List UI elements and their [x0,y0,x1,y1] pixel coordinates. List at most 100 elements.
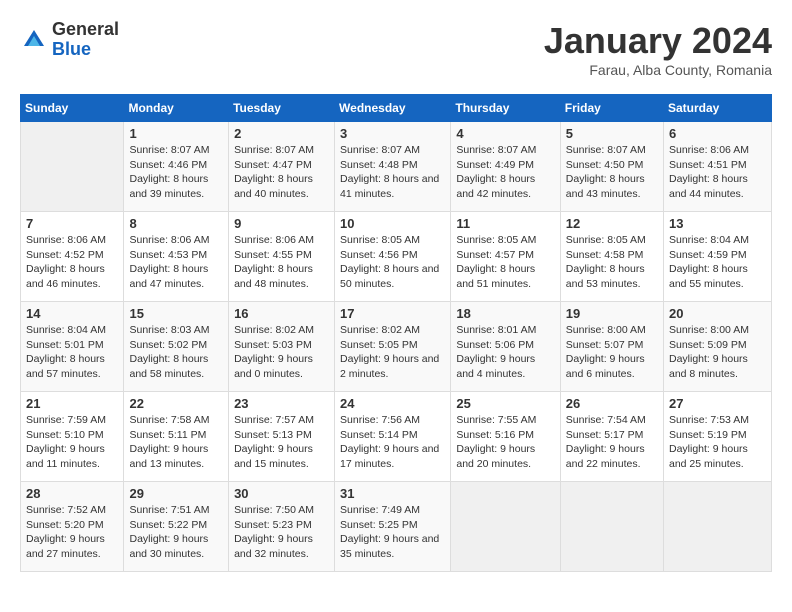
day-number: 9 [234,216,329,231]
calendar-cell: 11Sunrise: 8:05 AMSunset: 4:57 PMDayligh… [451,212,560,302]
calendar-cell: 26 Sunrise: 7:54 AMSunset: 5:17 PMDayligh… [560,392,663,482]
calendar-cell: 27 Sunrise: 7:53 AMSunset: 5:19 PMDayligh… [664,392,772,482]
calendar-cell: 20 Sunrise: 8:00 AMSunset: 5:09 PMDayligh… [664,302,772,392]
cell-info: Sunrise: 7:56 AMSunset: 5:14 PMDaylight:… [340,413,445,472]
cell-info: Sunrise: 7:49 AMSunset: 5:25 PMDaylight:… [340,503,445,562]
cell-info: Sunrise: 8:06 AMSunset: 4:51 PMDaylight:… [669,143,766,202]
calendar-cell: 18 Sunrise: 8:01 AMSunset: 5:06 PMDayligh… [451,302,560,392]
month-title: January 2024 [544,20,772,62]
cell-info: Sunrise: 8:05 AMSunset: 4:58 PMDaylight:… [566,233,658,292]
day-number: 17 [340,306,445,321]
logo-icon [20,26,48,54]
calendar-cell: 22 Sunrise: 7:58 AMSunset: 5:11 PMDayligh… [124,392,229,482]
calendar-week-row: 7Sunrise: 8:06 AMSunset: 4:52 PMDaylight… [21,212,772,302]
day-number: 1 [129,126,223,141]
calendar-cell: 5 Sunrise: 8:07 AMSunset: 4:50 PMDaylight… [560,122,663,212]
calendar-cell: 4 Sunrise: 8:07 AMSunset: 4:49 PMDaylight… [451,122,560,212]
header-thursday: Thursday [451,95,560,122]
calendar-cell: 24 Sunrise: 7:56 AMSunset: 5:14 PMDayligh… [335,392,451,482]
logo-blue-text: Blue [52,40,119,60]
cell-info: Sunrise: 8:07 AMSunset: 4:49 PMDaylight:… [456,143,554,202]
day-number: 16 [234,306,329,321]
cell-info: Sunrise: 7:57 AMSunset: 5:13 PMDaylight:… [234,413,329,472]
cell-info: Sunrise: 7:55 AMSunset: 5:16 PMDaylight:… [456,413,554,472]
day-number: 7 [26,216,118,231]
location-subtitle: Farau, Alba County, Romania [544,62,772,78]
cell-info: Sunrise: 8:04 AMSunset: 4:59 PMDaylight:… [669,233,766,292]
cell-info: Sunrise: 8:05 AMSunset: 4:57 PMDaylight:… [456,233,554,292]
header-monday: Monday [124,95,229,122]
cell-info: Sunrise: 8:06 AMSunset: 4:55 PMDaylight:… [234,233,329,292]
cell-info: Sunrise: 8:07 AMSunset: 4:47 PMDaylight:… [234,143,329,202]
day-number: 18 [456,306,554,321]
calendar-cell: 14Sunrise: 8:04 AMSunset: 5:01 PMDayligh… [21,302,124,392]
calendar-cell [560,482,663,572]
day-number: 22 [129,396,223,411]
calendar-cell [664,482,772,572]
header-saturday: Saturday [664,95,772,122]
header-sunday: Sunday [21,95,124,122]
calendar-cell [451,482,560,572]
day-number: 8 [129,216,223,231]
logo-general-text: General [52,20,119,40]
calendar-cell: 15 Sunrise: 8:03 AMSunset: 5:02 PMDayligh… [124,302,229,392]
calendar-week-row: 1 Sunrise: 8:07 AMSunset: 4:46 PMDaylight… [21,122,772,212]
calendar-cell: 29Sunrise: 7:51 AMSunset: 5:22 PMDayligh… [124,482,229,572]
day-number: 31 [340,486,445,501]
day-number: 27 [669,396,766,411]
calendar-cell: 7Sunrise: 8:06 AMSunset: 4:52 PMDaylight… [21,212,124,302]
calendar-cell: 23 Sunrise: 7:57 AMSunset: 5:13 PMDayligh… [229,392,335,482]
calendar-cell: 17 Sunrise: 8:02 AMSunset: 5:05 PMDayligh… [335,302,451,392]
cell-info: Sunrise: 8:07 AMSunset: 4:48 PMDaylight:… [340,143,445,202]
cell-info: Sunrise: 8:07 AMSunset: 4:50 PMDaylight:… [566,143,658,202]
day-number: 20 [669,306,766,321]
day-number: 24 [340,396,445,411]
calendar-cell: 13 Sunrise: 8:04 AMSunset: 4:59 PMDayligh… [664,212,772,302]
cell-info: Sunrise: 7:54 AMSunset: 5:17 PMDaylight:… [566,413,658,472]
calendar-week-row: 14Sunrise: 8:04 AMSunset: 5:01 PMDayligh… [21,302,772,392]
cell-info: Sunrise: 8:02 AMSunset: 5:05 PMDaylight:… [340,323,445,382]
calendar-cell: 10Sunrise: 8:05 AMSunset: 4:56 PMDayligh… [335,212,451,302]
day-number: 4 [456,126,554,141]
cell-info: Sunrise: 8:07 AMSunset: 4:46 PMDaylight:… [129,143,223,202]
calendar-cell: 2 Sunrise: 8:07 AMSunset: 4:47 PMDaylight… [229,122,335,212]
cell-info: Sunrise: 7:50 AMSunset: 5:23 PMDaylight:… [234,503,329,562]
calendar-table: Sunday Monday Tuesday Wednesday Thursday… [20,94,772,572]
day-number: 29 [129,486,223,501]
calendar-cell: 16Sunrise: 8:02 AMSunset: 5:03 PMDayligh… [229,302,335,392]
day-number: 30 [234,486,329,501]
cell-info: Sunrise: 7:59 AMSunset: 5:10 PMDaylight:… [26,413,118,472]
cell-info: Sunrise: 7:53 AMSunset: 5:19 PMDaylight:… [669,413,766,472]
calendar-cell: 21 Sunrise: 7:59 AMSunset: 5:10 PMDayligh… [21,392,124,482]
cell-info: Sunrise: 8:05 AMSunset: 4:56 PMDaylight:… [340,233,445,292]
day-number: 21 [26,396,118,411]
cell-info: Sunrise: 8:00 AMSunset: 5:09 PMDaylight:… [669,323,766,382]
day-number: 23 [234,396,329,411]
calendar-header-row: Sunday Monday Tuesday Wednesday Thursday… [21,95,772,122]
calendar-cell [21,122,124,212]
day-number: 5 [566,126,658,141]
cell-info: Sunrise: 7:52 AMSunset: 5:20 PMDaylight:… [26,503,118,562]
day-number: 28 [26,486,118,501]
cell-info: Sunrise: 7:58 AMSunset: 5:11 PMDaylight:… [129,413,223,472]
cell-info: Sunrise: 8:04 AMSunset: 5:01 PMDaylight:… [26,323,118,382]
header-tuesday: Tuesday [229,95,335,122]
calendar-week-row: 28 Sunrise: 7:52 AMSunset: 5:20 PMDayligh… [21,482,772,572]
logo: General Blue [20,20,119,60]
day-number: 15 [129,306,223,321]
title-block: January 2024 Farau, Alba County, Romania [544,20,772,78]
cell-info: Sunrise: 8:03 AMSunset: 5:02 PMDaylight:… [129,323,223,382]
header-wednesday: Wednesday [335,95,451,122]
calendar-cell: 12Sunrise: 8:05 AMSunset: 4:58 PMDayligh… [560,212,663,302]
cell-info: Sunrise: 8:01 AMSunset: 5:06 PMDaylight:… [456,323,554,382]
calendar-cell: 19Sunrise: 8:00 AMSunset: 5:07 PMDayligh… [560,302,663,392]
calendar-cell: 31 Sunrise: 7:49 AMSunset: 5:25 PMDayligh… [335,482,451,572]
calendar-cell: 1 Sunrise: 8:07 AMSunset: 4:46 PMDaylight… [124,122,229,212]
day-number: 3 [340,126,445,141]
day-number: 25 [456,396,554,411]
calendar-cell: 30 Sunrise: 7:50 AMSunset: 5:23 PMDayligh… [229,482,335,572]
day-number: 13 [669,216,766,231]
day-number: 26 [566,396,658,411]
cell-info: Sunrise: 8:06 AMSunset: 4:53 PMDaylight:… [129,233,223,292]
day-number: 2 [234,126,329,141]
